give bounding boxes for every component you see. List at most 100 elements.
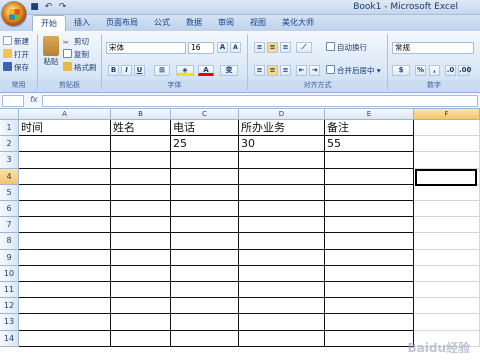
align-right-icon[interactable]: ≡	[280, 65, 291, 76]
cell-d11[interactable]	[239, 282, 325, 299]
tab-page-layout[interactable]: 页面布局	[98, 15, 146, 31]
cell-c7[interactable]	[171, 217, 239, 234]
cell-b11[interactable]	[111, 282, 171, 299]
cell-b5[interactable]	[111, 184, 171, 201]
row-header-3[interactable]: 3	[0, 152, 19, 169]
cell-b1[interactable]: 姓名	[111, 120, 171, 137]
cell-e13[interactable]	[325, 314, 414, 331]
cell-b8[interactable]	[111, 233, 171, 250]
cell-a3[interactable]	[19, 152, 111, 169]
cell-f11[interactable]	[414, 282, 480, 299]
cell-a13[interactable]	[19, 314, 111, 331]
cell-f5[interactable]	[414, 184, 480, 201]
paste-button[interactable]: 粘贴	[40, 36, 62, 67]
save-button[interactable]: 保存	[3, 62, 29, 73]
cell-e8[interactable]	[325, 233, 414, 250]
cell-b2[interactable]	[111, 136, 171, 153]
cell-c9[interactable]	[171, 249, 239, 266]
comma-button[interactable]: ,	[429, 65, 440, 76]
row-header-10[interactable]: 10	[0, 265, 19, 282]
cell-a10[interactable]	[19, 265, 111, 282]
cell-c11[interactable]	[171, 282, 239, 299]
cell-c14[interactable]	[171, 330, 239, 347]
wrap-text-button[interactable]: 自动换行	[326, 42, 367, 53]
cell-a6[interactable]	[19, 201, 111, 218]
cell-f1[interactable]	[414, 120, 480, 137]
worksheet-grid[interactable]: A B C D E F 1 时间 姓名 电话 所办业务 备注 2 25 30 55 3 4 5 6 7 8 9 10 11 12 1…	[0, 109, 480, 362]
cell-a9[interactable]	[19, 249, 111, 266]
cell-e10[interactable]	[325, 265, 414, 282]
font-name-select[interactable]: 宋体	[106, 42, 186, 54]
name-box[interactable]	[2, 95, 24, 107]
cell-e9[interactable]	[325, 249, 414, 266]
cell-c3[interactable]	[171, 152, 239, 169]
copy-button[interactable]: 复制	[63, 49, 89, 60]
cell-a12[interactable]	[19, 298, 111, 315]
cell-b4[interactable]	[111, 168, 171, 185]
cell-b13[interactable]	[111, 314, 171, 331]
cell-d7[interactable]	[239, 217, 325, 234]
cut-button[interactable]: ✂ 剪切	[63, 36, 89, 47]
increase-decimal-icon[interactable]: .0	[445, 65, 456, 76]
cell-e1[interactable]: 备注	[325, 120, 414, 137]
cell-e5[interactable]	[325, 184, 414, 201]
row-header-11[interactable]: 11	[0, 282, 19, 299]
borders-button[interactable]: ⊞	[154, 65, 170, 76]
cell-e12[interactable]	[325, 298, 414, 315]
cell-c6[interactable]	[171, 201, 239, 218]
cell-b9[interactable]	[111, 249, 171, 266]
cell-c10[interactable]	[171, 265, 239, 282]
cell-b14[interactable]	[111, 330, 171, 347]
fx-icon[interactable]: fx	[30, 95, 38, 104]
italic-button[interactable]: I	[121, 65, 132, 76]
cell-f6[interactable]	[414, 201, 480, 218]
tab-review[interactable]: 审阅	[210, 15, 242, 31]
cell-d9[interactable]	[239, 249, 325, 266]
cell-a14[interactable]	[19, 330, 111, 347]
cell-d14[interactable]	[239, 330, 325, 347]
column-header-b[interactable]: B	[111, 109, 171, 120]
cell-b3[interactable]	[111, 152, 171, 169]
cell-a8[interactable]	[19, 233, 111, 250]
cell-d13[interactable]	[239, 314, 325, 331]
cell-c2[interactable]: 25	[171, 136, 239, 153]
align-middle-icon[interactable]: ≡	[267, 42, 278, 53]
row-header-12[interactable]: 12	[0, 298, 19, 315]
row-header-1[interactable]: 1	[0, 120, 19, 137]
cell-d5[interactable]	[239, 184, 325, 201]
cell-a7[interactable]	[19, 217, 111, 234]
cell-c12[interactable]	[171, 298, 239, 315]
row-header-2[interactable]: 2	[0, 136, 19, 153]
cell-d6[interactable]	[239, 201, 325, 218]
font-color-button[interactable]: A	[198, 65, 214, 76]
cell-a1[interactable]: 时间	[19, 120, 111, 137]
cell-f2[interactable]	[414, 136, 480, 153]
underline-button[interactable]: U	[134, 65, 145, 76]
cell-d2[interactable]: 30	[239, 136, 325, 153]
cell-c5[interactable]	[171, 184, 239, 201]
office-button[interactable]	[1, 1, 27, 27]
column-header-c[interactable]: C	[171, 109, 239, 120]
increase-indent-icon[interactable]: ⇥	[309, 65, 320, 76]
font-size-select[interactable]: 16	[188, 42, 214, 54]
cell-b6[interactable]	[111, 201, 171, 218]
cell-f8[interactable]	[414, 233, 480, 250]
cell-c8[interactable]	[171, 233, 239, 250]
fill-color-button[interactable]: ◈	[176, 65, 194, 76]
cell-e2[interactable]: 55	[325, 136, 414, 153]
format-painter-button[interactable]: 格式刷	[63, 62, 97, 73]
cell-e6[interactable]	[325, 201, 414, 218]
cell-d10[interactable]	[239, 265, 325, 282]
cell-f3[interactable]	[414, 152, 480, 169]
cell-d12[interactable]	[239, 298, 325, 315]
cell-c4[interactable]	[171, 168, 239, 185]
cell-c13[interactable]	[171, 314, 239, 331]
column-header-d[interactable]: D	[239, 109, 325, 120]
cell-e7[interactable]	[325, 217, 414, 234]
shrink-font-button[interactable]: A	[230, 42, 241, 53]
row-header-7[interactable]: 7	[0, 217, 19, 234]
tab-formulas[interactable]: 公式	[146, 15, 178, 31]
cell-d4[interactable]	[239, 168, 325, 185]
decrease-decimal-icon[interactable]: .00	[458, 65, 471, 76]
cell-d3[interactable]	[239, 152, 325, 169]
